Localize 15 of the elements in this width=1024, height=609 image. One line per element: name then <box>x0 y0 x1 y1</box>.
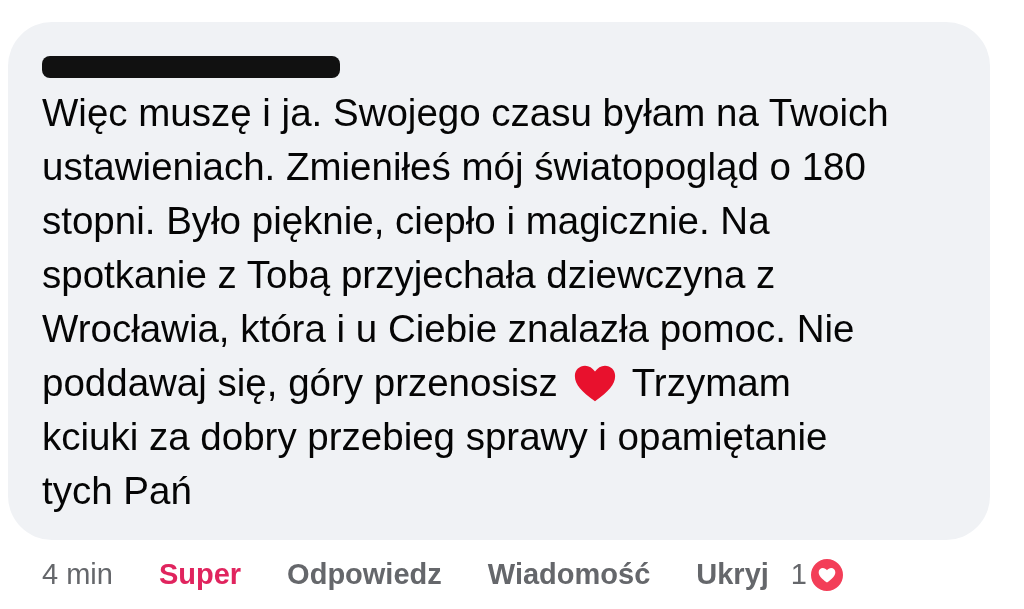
comment-text: stopni. Było pięknie, ciepło i magicznie. Na <box>42 198 770 245</box>
comment-text: spotkanie z Tobą przyjechała dziewczyna z <box>42 252 776 299</box>
comment-text: poddawaj się, góry przenosisz <box>42 360 558 407</box>
comment-text: Więc muszę i ja. Swojego czasu byłam na Twoich <box>42 90 889 137</box>
comment-text: kciuki za dobry przebieg sprawy i opamiętanie <box>42 414 828 461</box>
action-link[interactable]: Ukryj <box>696 553 769 597</box>
comment-text: tych Pań <box>42 468 192 515</box>
reaction-count: 1 <box>790 557 807 593</box>
reaction-link[interactable]: Super <box>158 553 242 597</box>
comment-text: Trzymam <box>631 360 791 407</box>
comment-text: ustawieniach. Zmieniłeś mój światopogląd o 180 <box>42 144 866 191</box>
timestamp: 4 min <box>42 557 113 593</box>
comment-text: Wrocławia, która i u Ciebie znalazła pomoc. Nie <box>42 306 855 353</box>
action-link[interactable]: Odpowiedz <box>287 553 442 597</box>
action-link[interactable]: Wiadomość <box>487 553 651 597</box>
